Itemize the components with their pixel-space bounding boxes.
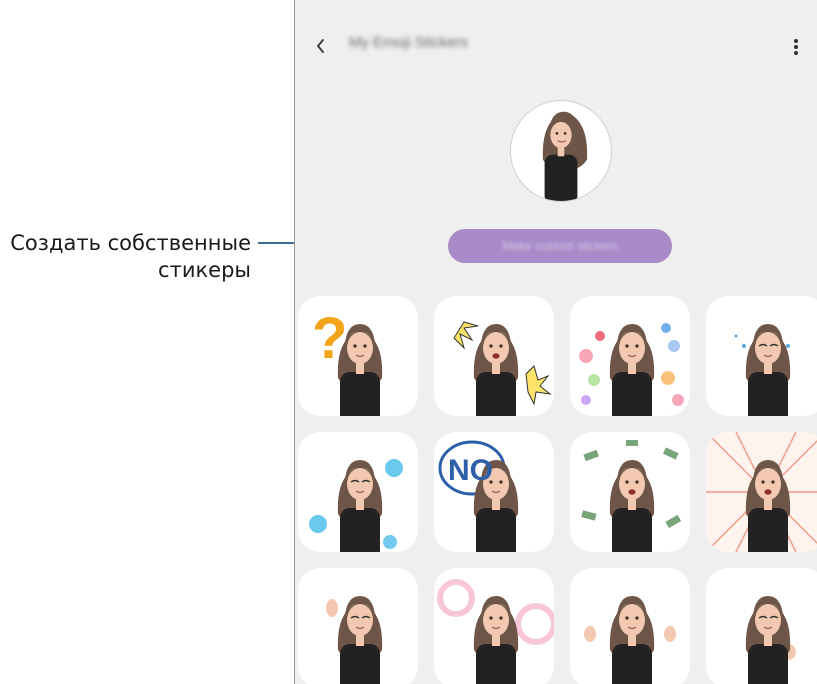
callout-line-1: Создать собственные — [10, 231, 251, 255]
page-title: My Emoji Stickers — [349, 34, 469, 51]
sticker-tired-skulls[interactable] — [298, 432, 418, 552]
phone-screen: My Emoji Stickers Make custom stickers ? — [294, 0, 817, 684]
sticker-shrug[interactable] — [570, 568, 690, 684]
sticker-wave[interactable] — [298, 568, 418, 684]
more-vertical-icon — [794, 39, 798, 55]
make-custom-stickers-button[interactable]: Make custom stickers — [448, 229, 672, 263]
more-options-button[interactable] — [784, 34, 808, 60]
sticker-crying[interactable] — [706, 296, 817, 416]
sticker-excited-burst[interactable] — [434, 296, 554, 416]
sticker-question[interactable]: ? — [298, 296, 418, 416]
back-arrow-icon — [317, 39, 324, 53]
sticker-angry-burst[interactable] — [706, 432, 817, 552]
avatar-emoji — [542, 111, 588, 201]
back-button[interactable] — [307, 32, 335, 60]
callout-line-2: стикеры — [158, 258, 251, 282]
callout-label: Создать собственные стикеры — [0, 230, 251, 284]
sticker-no[interactable]: NO — [434, 432, 554, 552]
sticker-wink-fist[interactable] — [706, 568, 817, 684]
app-bar: My Emoji Stickers — [295, 20, 817, 76]
sticker-bubbles[interactable] — [434, 568, 554, 684]
profile-avatar[interactable] — [510, 100, 612, 202]
sticker-no-text: NO — [448, 454, 493, 487]
make-custom-stickers-label: Make custom stickers — [502, 239, 618, 253]
sticker-money-rain[interactable] — [570, 432, 690, 552]
sticker-hearts[interactable] — [570, 296, 690, 416]
